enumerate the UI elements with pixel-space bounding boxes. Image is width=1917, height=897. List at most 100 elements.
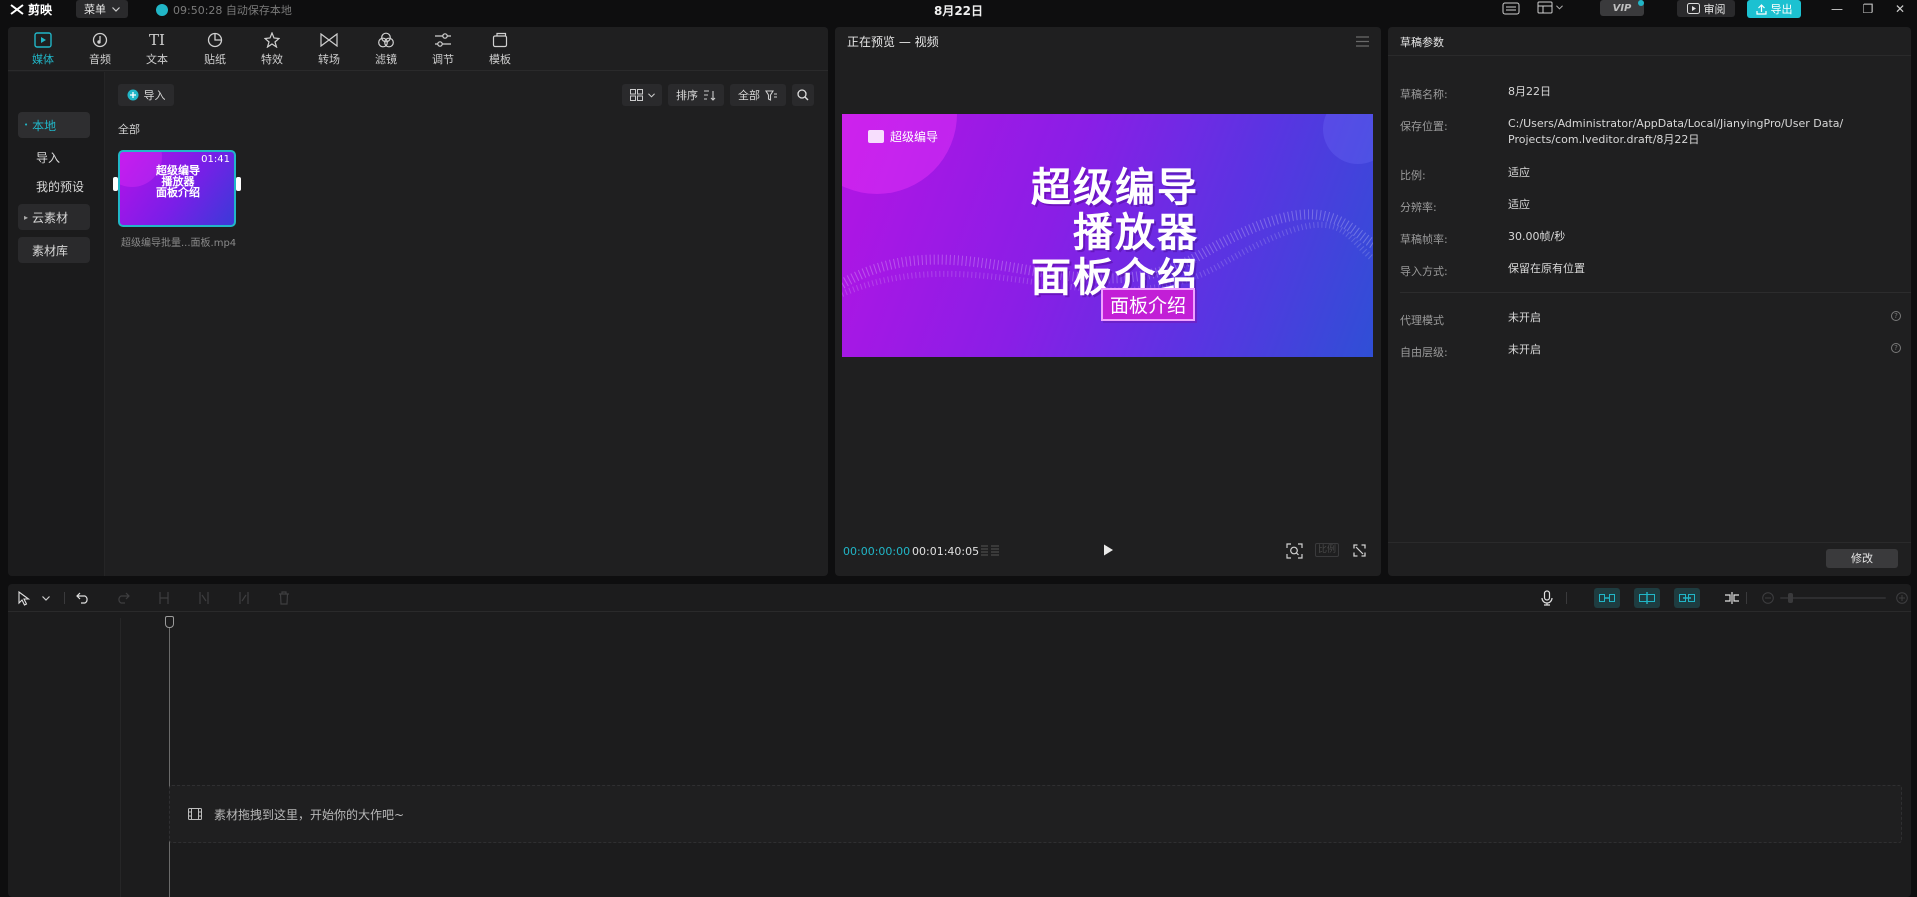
close-icon[interactable]: ✕ bbox=[1893, 2, 1907, 16]
export-button[interactable]: 导出 bbox=[1747, 0, 1801, 18]
title-bar: 剪映 菜单 09:50:28 自动保存本地 8月22日 VIP 审阅 导出 — … bbox=[0, 0, 1917, 18]
tab-media[interactable]: 媒体 bbox=[18, 31, 68, 69]
redo-icon[interactable] bbox=[115, 590, 131, 606]
modify-button[interactable]: 修改 bbox=[1826, 549, 1898, 568]
preview-video-frame[interactable]: 超级编导 超级编导 播放器 面板介绍 面板介绍 bbox=[842, 114, 1373, 357]
clip-trim-handle-left[interactable] bbox=[113, 177, 118, 191]
search-button[interactable] bbox=[792, 84, 814, 106]
sidebar-item-library[interactable]: 素材库 bbox=[18, 237, 90, 263]
sticker-icon bbox=[205, 31, 225, 49]
sidebar-item-import[interactable]: 导入 bbox=[18, 144, 90, 170]
ratio-label: 比例: bbox=[1400, 169, 1426, 182]
divider bbox=[64, 592, 65, 604]
tab-sticker[interactable]: 贴纸 bbox=[190, 31, 240, 69]
tab-label: 滤镜 bbox=[375, 53, 397, 66]
video-decoration bbox=[842, 114, 957, 194]
minimize-icon[interactable]: — bbox=[1830, 2, 1844, 16]
filter-button[interactable]: 全部 bbox=[730, 84, 786, 106]
video-text-line: 播放器 bbox=[1073, 210, 1199, 256]
audio-icon bbox=[90, 31, 110, 49]
view-mode-button[interactable] bbox=[622, 84, 662, 106]
keyboard-shortcut-icon[interactable] bbox=[1502, 1, 1520, 16]
caret-right-icon: ▸ bbox=[24, 212, 29, 222]
tab-audio[interactable]: 音频 bbox=[75, 31, 125, 69]
tab-template[interactable]: 模板 bbox=[475, 31, 525, 69]
grid-view-icon bbox=[629, 89, 643, 101]
transition-icon bbox=[319, 31, 339, 49]
clip-title: 超级编导 播放器 面板介绍 bbox=[150, 165, 206, 198]
menu-button[interactable]: 菜单 bbox=[76, 0, 128, 18]
zoom-in-icon[interactable] bbox=[1894, 590, 1910, 606]
current-time: 00:00:00:00 bbox=[843, 545, 911, 558]
zoom-out-icon[interactable] bbox=[1760, 590, 1776, 606]
clip-trim-handle-right[interactable] bbox=[236, 177, 241, 191]
effects-icon bbox=[262, 31, 282, 49]
media-clip-thumbnail[interactable]: 01:41 超级编导 播放器 面板介绍 bbox=[118, 150, 236, 227]
play-button[interactable] bbox=[1101, 543, 1115, 557]
properties-panel: 草稿参数 草稿名称: 8月22日 保存位置: C:/Users/Administ… bbox=[1388, 27, 1911, 576]
sidebar-item-cloud[interactable]: ▸ 云素材 bbox=[18, 204, 90, 230]
split-left-icon[interactable] bbox=[196, 590, 212, 606]
microphone-icon[interactable] bbox=[1539, 590, 1555, 606]
sidebar-item-local[interactable]: • 本地 bbox=[18, 112, 90, 138]
tab-adjust[interactable]: 调节 bbox=[418, 31, 468, 69]
preview-panel: 正在预览 — 视频 超级编导 超级编导 播放器 面板介绍 面板介绍 00:00:… bbox=[835, 27, 1381, 576]
linkage-button[interactable] bbox=[1674, 588, 1700, 608]
preview-menu-icon[interactable] bbox=[1356, 36, 1369, 47]
tab-filter[interactable]: 滤镜 bbox=[361, 31, 411, 69]
timeline-drop-zone[interactable]: 素材拖拽到这里，开始你的大作吧~ bbox=[169, 785, 1902, 843]
select-tool-icon[interactable] bbox=[16, 590, 32, 606]
tab-label: 模板 bbox=[489, 53, 511, 66]
divider bbox=[1388, 542, 1911, 543]
help-icon[interactable]: ? bbox=[1891, 343, 1901, 353]
video-big-text: 超级编导 播放器 面板介绍 bbox=[1031, 166, 1199, 301]
undo-icon[interactable] bbox=[75, 590, 91, 606]
tab-transition[interactable]: 转场 bbox=[304, 31, 354, 69]
fps-label: 草稿帧率: bbox=[1400, 233, 1448, 246]
save-path-label: 保存位置: bbox=[1400, 120, 1448, 133]
sidebar-item-my-presets[interactable]: 我的预设 bbox=[18, 173, 90, 199]
zoom-slider-track[interactable] bbox=[1780, 597, 1886, 599]
vip-label: VIP bbox=[1612, 2, 1632, 14]
zoom-slider-handle[interactable] bbox=[1788, 593, 1793, 603]
check-circle-icon bbox=[156, 4, 168, 16]
free-layer-value: 未开启 bbox=[1508, 343, 1541, 356]
main-track-magnet-button[interactable] bbox=[1594, 588, 1620, 608]
filter-label: 全部 bbox=[738, 89, 760, 102]
playhead-handle[interactable] bbox=[165, 616, 174, 628]
review-button[interactable]: 审阅 bbox=[1677, 0, 1735, 17]
import-button[interactable]: 导入 bbox=[118, 84, 174, 106]
clip-duration: 01:41 bbox=[201, 154, 230, 165]
preview-axis-icon[interactable] bbox=[1724, 590, 1740, 606]
total-time: 00:01:40:05 bbox=[912, 545, 980, 558]
sort-button[interactable]: 排序 bbox=[668, 84, 724, 106]
split-icon[interactable] bbox=[156, 590, 172, 606]
fps-value: 30.00帧/秒 bbox=[1508, 230, 1566, 243]
chevron-down-icon[interactable] bbox=[38, 590, 54, 606]
tab-effects[interactable]: 特效 bbox=[247, 31, 297, 69]
video-brand: 超级编导 bbox=[868, 128, 938, 145]
timecode-grid-icon[interactable] bbox=[980, 545, 1000, 557]
tab-text[interactable]: TI 文本 bbox=[132, 31, 182, 69]
save-path-line: Projects/com.lveditor.draft/8月22日 bbox=[1508, 133, 1700, 146]
free-layer-label: 自由层级: bbox=[1400, 346, 1448, 359]
ratio-button[interactable]: 比例 bbox=[1315, 543, 1339, 557]
tab-label: 媒体 bbox=[32, 53, 54, 66]
clip-title-line: 面板介绍 bbox=[156, 186, 200, 199]
tab-label: 文本 bbox=[146, 53, 168, 66]
auto-snap-button[interactable] bbox=[1634, 588, 1660, 608]
divider bbox=[1746, 592, 1747, 604]
delete-icon[interactable] bbox=[276, 590, 292, 606]
divider bbox=[1566, 592, 1567, 604]
clip-filename: 超级编导批量...面板.mp4 bbox=[121, 238, 237, 249]
split-right-icon[interactable] bbox=[236, 590, 252, 606]
sidebar-item-label: 我的预设 bbox=[36, 179, 85, 194]
preview-header: 正在预览 — 视频 bbox=[847, 35, 939, 49]
help-icon[interactable]: ? bbox=[1891, 311, 1901, 321]
adjust-icon bbox=[433, 31, 453, 49]
layout-switch-button[interactable] bbox=[1537, 1, 1563, 14]
autosave-text: 09:50:28 自动保存本地 bbox=[173, 4, 292, 17]
fullscreen-icon[interactable] bbox=[1353, 544, 1366, 557]
restore-icon[interactable]: ❐ bbox=[1861, 2, 1875, 16]
zoom-fit-icon[interactable] bbox=[1286, 543, 1303, 559]
